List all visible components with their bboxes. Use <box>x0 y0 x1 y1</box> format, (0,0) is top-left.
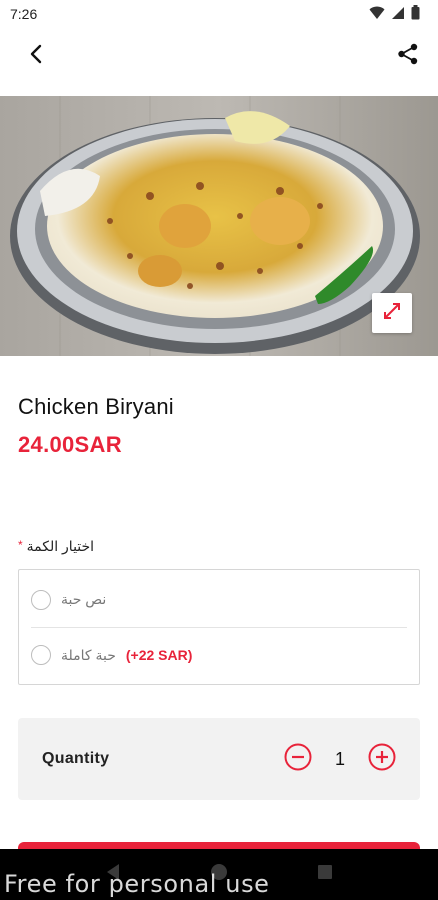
battery-icon <box>411 5 420 23</box>
options-list: نص حبة حبة كاملة (+22 SAR) <box>18 569 420 685</box>
quantity-controls: 1 <box>284 743 396 776</box>
system-nav-bar <box>0 849 438 900</box>
signal-icon <box>391 6 405 23</box>
radio-button[interactable] <box>31 589 51 610</box>
option-half[interactable]: نص حبة <box>31 572 407 628</box>
nav-home-button[interactable] <box>204 860 234 890</box>
share-button[interactable] <box>392 40 424 72</box>
quantity-selector: Quantity 1 <box>18 718 420 800</box>
required-marker: * <box>18 538 23 552</box>
minus-circle-icon <box>284 743 312 776</box>
option-label: حبة كاملة <box>61 646 116 663</box>
expand-image-button[interactable] <box>372 293 412 333</box>
wifi-icon <box>369 6 385 23</box>
product-title: Chicken Biryani <box>18 394 174 419</box>
option-group-label: اختيار الكمة <box>26 538 95 554</box>
option-extra-price: (+22 SAR) <box>125 647 193 663</box>
radio-button[interactable] <box>31 645 51 665</box>
option-label: نص حبة <box>61 591 107 607</box>
expand-icon <box>382 301 402 326</box>
decrement-button[interactable] <box>284 743 312 776</box>
nav-recents-icon <box>317 864 333 885</box>
status-time: 7:26 <box>10 6 38 22</box>
status-bar: 7:26 <box>0 0 438 28</box>
back-button[interactable] <box>20 40 52 72</box>
quantity-value: 1 <box>334 748 345 769</box>
option-group-title: اختيار الكمة * <box>18 538 94 555</box>
quantity-label: Quantity <box>42 750 110 767</box>
product-price: 24.00SAR <box>18 432 122 457</box>
nav-back-icon <box>105 863 121 886</box>
nav-recents-button[interactable] <box>310 860 340 890</box>
option-whole[interactable]: حبة كاملة (+22 SAR) <box>31 627 407 683</box>
increment-button[interactable] <box>368 743 396 776</box>
plus-circle-icon <box>368 743 396 776</box>
nav-back-button[interactable] <box>98 860 128 890</box>
share-icon <box>397 43 419 70</box>
arrow-back-icon <box>29 44 43 69</box>
nav-home-icon <box>210 863 228 886</box>
status-icons <box>369 5 420 23</box>
app-bar <box>0 28 438 84</box>
